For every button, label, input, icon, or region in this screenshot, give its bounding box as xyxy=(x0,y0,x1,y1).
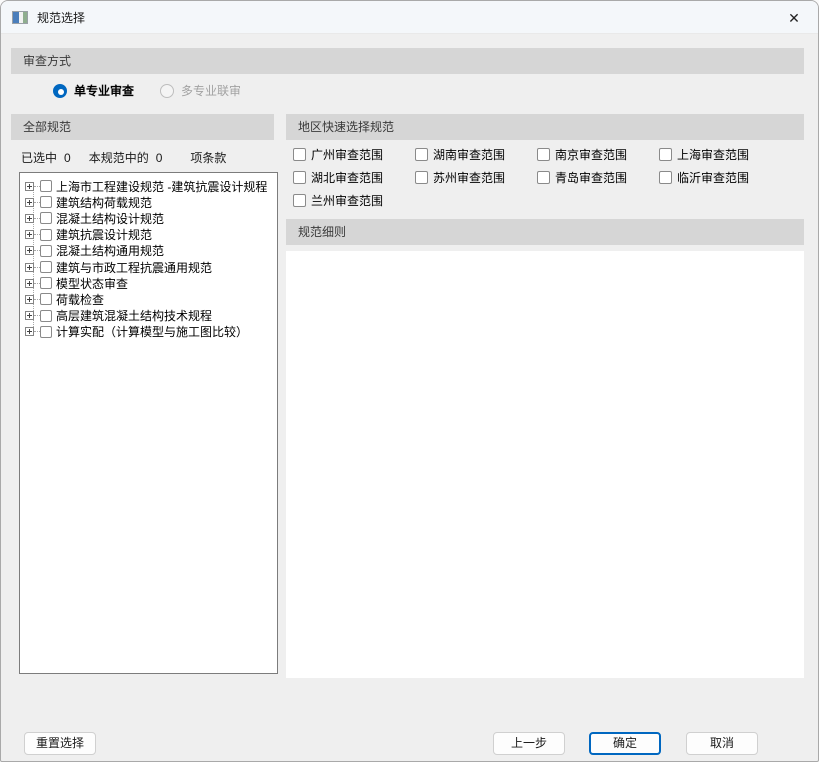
spec-tree: 上海市工程建设规范 -建筑抗震设计规程 建筑结构荷载规范 混凝土结构设计规范 建… xyxy=(19,172,278,674)
counts-of-value: 0 xyxy=(155,151,163,165)
region-checkbox-shanghai[interactable]: 上海审查范围 xyxy=(659,143,781,166)
tree-item[interactable]: 模型状态审查 xyxy=(20,275,277,291)
region-checkbox-hubei[interactable]: 湖北审查范围 xyxy=(293,166,415,189)
review-mode-header: 审查方式 xyxy=(11,48,804,74)
region-label: 兰州审查范围 xyxy=(311,194,384,208)
checkbox-icon xyxy=(293,194,306,207)
tree-item-label: 混凝土结构设计规范 xyxy=(56,211,165,226)
checkbox-icon xyxy=(293,148,306,161)
expand-plus-icon[interactable] xyxy=(25,262,34,272)
tree-item-checkbox[interactable] xyxy=(40,180,52,193)
expand-plus-icon[interactable] xyxy=(25,197,34,207)
tree-item[interactable]: 荷载检查 xyxy=(20,291,277,307)
review-mode-options: 单专业审查 多专业联审 xyxy=(53,82,241,99)
region-checkbox-hunan[interactable]: 湖南审查范围 xyxy=(415,143,537,166)
tree-item-label: 上海市工程建设规范 -建筑抗震设计规程 xyxy=(56,179,268,194)
tree-item-checkbox[interactable] xyxy=(40,277,52,290)
tree-item-checkbox[interactable] xyxy=(40,325,52,338)
tree-item-checkbox[interactable] xyxy=(40,261,52,274)
region-checkbox-linyi[interactable]: 临沂审查范围 xyxy=(659,166,781,189)
expand-plus-icon[interactable] xyxy=(25,294,34,304)
tree-item-checkbox[interactable] xyxy=(40,228,52,241)
ok-button[interactable]: 确定 xyxy=(589,732,661,755)
region-label: 上海审查范围 xyxy=(677,148,750,162)
spec-details-panel xyxy=(286,251,804,678)
region-checkbox-suzhou[interactable]: 苏州审查范围 xyxy=(415,166,537,189)
checkbox-icon xyxy=(659,148,672,161)
expand-plus-icon[interactable] xyxy=(25,278,34,288)
tree-item-label: 荷载检查 xyxy=(56,292,105,307)
counts-selected-value: 0 xyxy=(64,151,71,165)
spec-selection-dialog: 规范选择 ✕ 审查方式 全部规范 地区快速选择规范 规范细则 单专业审查 多专业… xyxy=(0,0,819,762)
tree-item-label: 混凝土结构通用规范 xyxy=(56,244,165,259)
radio-label: 单专业审查 xyxy=(74,84,135,98)
tree-item[interactable]: 建筑抗震设计规范 xyxy=(20,227,277,243)
region-checkbox-qingdao[interactable]: 青岛审查范围 xyxy=(537,166,659,189)
tree-item-label: 计算实配（计算模型与施工图比较） xyxy=(56,325,249,340)
expand-plus-icon[interactable] xyxy=(25,213,34,223)
tree-item[interactable]: 高层建筑混凝土结构技术规程 xyxy=(20,308,277,324)
radio-single-discipline[interactable]: 单专业审查 xyxy=(53,82,134,99)
tree-item[interactable]: 混凝土结构通用规范 xyxy=(20,243,277,259)
previous-step-button[interactable]: 上一步 xyxy=(493,732,565,755)
tree-item-label: 建筑与市政工程抗震通用规范 xyxy=(56,260,213,275)
checkbox-icon xyxy=(415,171,428,184)
counts-of-label: 本规范中的 xyxy=(88,151,149,165)
region-label: 湖南审查范围 xyxy=(433,148,506,162)
checkbox-icon xyxy=(537,171,550,184)
expand-plus-icon[interactable] xyxy=(25,327,34,337)
region-label: 湖北审查范围 xyxy=(311,171,384,185)
radio-unselected-icon xyxy=(160,83,175,98)
tree-item-label: 模型状态审查 xyxy=(56,276,129,291)
expand-plus-icon[interactable] xyxy=(25,181,34,191)
tree-item-checkbox[interactable] xyxy=(40,244,52,257)
checkbox-icon xyxy=(293,171,306,184)
region-checkbox-grid: 广州审查范围 湖南审查范围 南京审查范围 上海审查范围 湖北审查范围 苏州审查范… xyxy=(293,143,798,212)
cancel-button[interactable]: 取消 xyxy=(686,732,758,755)
region-label: 临沂审查范围 xyxy=(677,171,750,185)
app-icon xyxy=(12,10,28,24)
tree-item-label: 高层建筑混凝土结构技术规程 xyxy=(56,309,213,324)
region-checkbox-nanjing[interactable]: 南京审查范围 xyxy=(537,143,659,166)
close-icon[interactable]: ✕ xyxy=(784,8,804,28)
checkbox-icon xyxy=(537,148,550,161)
region-label: 青岛审查范围 xyxy=(555,171,628,185)
counts-suffix-label: 项条款 xyxy=(190,151,227,165)
region-label: 苏州审查范围 xyxy=(433,171,506,185)
tree-item[interactable]: 计算实配（计算模型与施工图比较） xyxy=(20,324,277,340)
tree-item-checkbox[interactable] xyxy=(40,212,52,225)
tree-item-label: 建筑抗震设计规范 xyxy=(56,228,153,243)
expand-plus-icon[interactable] xyxy=(25,230,34,240)
reset-selection-button[interactable]: 重置选择 xyxy=(24,732,96,755)
counts-selected-label: 已选中 xyxy=(21,151,58,165)
region-label: 广州审查范围 xyxy=(311,148,384,162)
radio-multi-discipline[interactable]: 多专业联审 xyxy=(160,82,241,99)
region-checkbox-lanzhou[interactable]: 兰州审查范围 xyxy=(293,189,415,212)
tree-item[interactable]: 建筑结构荷载规范 xyxy=(20,194,277,210)
titlebar: 规范选择 ✕ xyxy=(1,1,818,34)
expand-plus-icon[interactable] xyxy=(25,311,34,321)
tree-item[interactable]: 混凝土结构设计规范 xyxy=(20,210,277,226)
details-header: 规范细则 xyxy=(286,219,804,245)
radio-label: 多专业联审 xyxy=(181,84,242,98)
checkbox-icon xyxy=(659,171,672,184)
regions-header: 地区快速选择规范 xyxy=(286,114,804,140)
tree-item-checkbox[interactable] xyxy=(40,293,52,306)
checkbox-icon xyxy=(415,148,428,161)
selection-counts: 已选中 0 本规范中的 0 项条款 xyxy=(21,149,226,166)
tree-item[interactable]: 上海市工程建设规范 -建筑抗震设计规程 xyxy=(20,178,277,194)
all-specs-header: 全部规范 xyxy=(11,114,274,140)
region-label: 南京审查范围 xyxy=(555,148,628,162)
window-title: 规范选择 xyxy=(37,10,86,25)
tree-item-checkbox[interactable] xyxy=(40,196,52,209)
tree-item-checkbox[interactable] xyxy=(40,309,52,322)
tree-item-label: 建筑结构荷载规范 xyxy=(56,195,153,210)
region-checkbox-guangzhou[interactable]: 广州审查范围 xyxy=(293,143,415,166)
expand-plus-icon[interactable] xyxy=(25,246,34,256)
tree-item[interactable]: 建筑与市政工程抗震通用规范 xyxy=(20,259,277,275)
radio-selected-icon xyxy=(53,83,67,98)
